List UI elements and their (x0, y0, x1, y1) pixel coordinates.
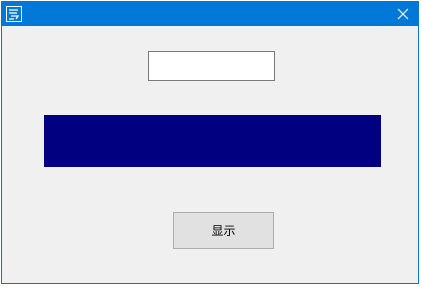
close-button[interactable] (388, 2, 418, 26)
close-icon (397, 8, 409, 20)
show-button[interactable]: 显示 (173, 212, 274, 249)
display-panel (44, 115, 381, 167)
title-bar[interactable] (2, 2, 418, 26)
app-logo-icon (6, 6, 22, 22)
app-window: 显示 (1, 1, 419, 284)
text-input[interactable] (148, 51, 275, 81)
